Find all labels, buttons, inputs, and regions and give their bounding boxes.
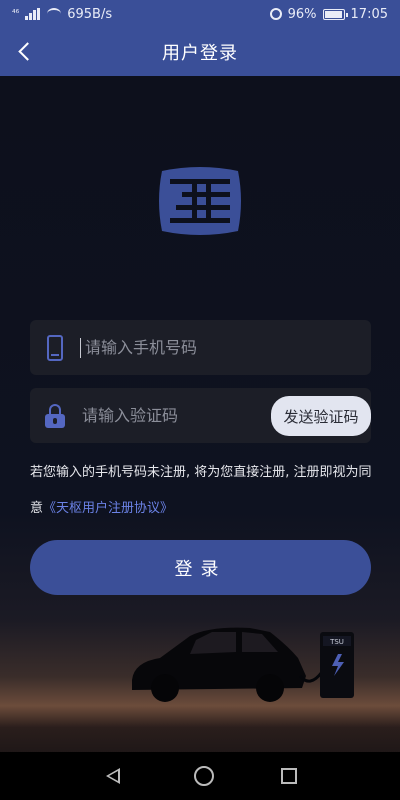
phone-icon	[47, 334, 63, 361]
status-left: ⁴⁶ 695B/s	[12, 7, 112, 22]
app-logo	[156, 165, 244, 237]
car-illustration: TSU	[0, 610, 400, 720]
send-code-button[interactable]: 发送验证码	[271, 396, 371, 436]
phone-field	[30, 320, 371, 375]
signal-icon	[25, 8, 41, 20]
terms-notice: 若您输入的手机号码未注册, 将为您直接注册, 注册即视为同意《天枢用户注册协议》	[30, 455, 375, 527]
code-field-icon-wrap	[30, 403, 80, 428]
lock-icon	[45, 403, 65, 428]
system-recents-icon[interactable]	[280, 768, 297, 784]
alarm-icon	[269, 8, 282, 20]
battery-icon	[322, 8, 348, 20]
system-home-icon[interactable]	[193, 766, 214, 786]
network-speed: 695B/s	[67, 6, 113, 22]
phone-input[interactable]	[80, 337, 371, 358]
status-bar: ⁴⁶ 695B/s 96% 17:05	[0, 0, 400, 28]
phone-field-icon-wrap	[30, 334, 80, 361]
back-arrow-icon[interactable]	[14, 40, 38, 64]
battery-percent: 96%	[287, 6, 317, 22]
status-right: 96% 17:05	[269, 6, 388, 22]
network-type-label: ⁴⁶	[12, 9, 20, 19]
login-button[interactable]: 登录	[30, 540, 371, 595]
page-title: 用户登录	[162, 43, 238, 64]
charger-label: TSU	[329, 638, 344, 646]
system-nav-bar	[0, 752, 400, 800]
code-field: 发送验证码	[30, 388, 371, 443]
wifi-icon	[47, 8, 62, 20]
nav-bar: 用户登录	[0, 28, 400, 76]
terms-link[interactable]: 《天枢用户注册协议》	[43, 501, 173, 516]
clock: 17:05	[350, 6, 388, 22]
system-back-icon[interactable]	[103, 764, 127, 788]
